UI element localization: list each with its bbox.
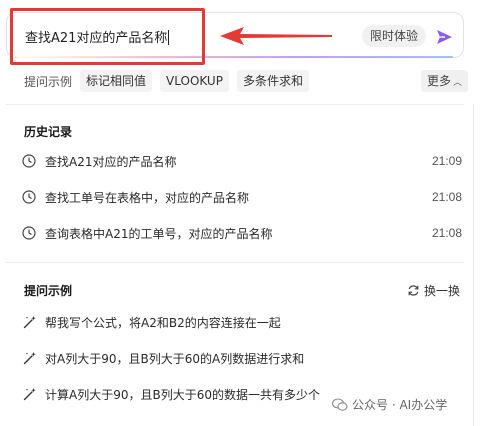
refresh-icon xyxy=(408,285,419,296)
annotation-highlight-box xyxy=(10,8,205,65)
panel-top-divider xyxy=(6,104,464,105)
send-icon[interactable] xyxy=(434,27,454,47)
more-button-label: 更多 xyxy=(427,74,452,88)
suggestion-chip-mark-duplicates[interactable]: 标记相同值 xyxy=(80,70,153,92)
wechat-icon xyxy=(332,397,348,411)
suggestion-label: 提问示例 xyxy=(24,74,73,89)
clock-icon xyxy=(22,154,36,168)
history-item-time: 21:09 xyxy=(431,154,462,168)
more-button[interactable]: 更多 ︿ xyxy=(421,70,469,92)
history-item-text: 查找工单号在表格中，对应的产品名称 xyxy=(45,190,250,205)
suggestion-chip-vlookup[interactable]: VLOOKUP xyxy=(160,70,229,92)
annotation-red-arrow-icon xyxy=(220,27,332,45)
clock-icon xyxy=(22,190,36,204)
magic-wand-icon xyxy=(23,388,36,401)
clock-icon xyxy=(22,226,36,240)
example-prompt-text: 帮我写个公式，将A2和B2的内容连接在一起 xyxy=(45,315,281,330)
history-item-text: 查找A21对应的产品名称 xyxy=(45,154,177,169)
history-item-time: 21:08 xyxy=(431,226,462,240)
panel-right-border xyxy=(473,104,474,426)
example-prompt[interactable]: 计算A列大于90，且B列大于60的数据一共有多少个 xyxy=(22,383,320,405)
example-prompt[interactable]: 帮我写个公式，将A2和B2的内容连接在一起 xyxy=(22,311,281,333)
trial-mode-chip[interactable]: 限时体验 xyxy=(362,25,427,47)
chevron-up-icon: ︿ xyxy=(453,78,463,88)
history-item-time: 21:08 xyxy=(431,190,462,204)
magic-wand-icon xyxy=(23,316,36,329)
refresh-button-label: 换一换 xyxy=(424,284,461,298)
examples-title: 提问示例 xyxy=(24,284,73,298)
history-item[interactable]: 查询表格中A21的工单号，对应的产品名称 21:08 xyxy=(22,222,462,244)
magic-wand-icon xyxy=(23,352,36,365)
history-item[interactable]: 查找A21对应的产品名称 21:09 xyxy=(22,150,462,172)
example-prompt-text: 计算A列大于90，且B列大于60的数据一共有多少个 xyxy=(45,387,320,402)
suggestion-row: 提问示例 标记相同值 VLOOKUP 多条件求和 xyxy=(24,70,317,92)
section-divider xyxy=(6,262,464,263)
watermark: 公众号 · AI办公学 xyxy=(332,396,447,413)
watermark-text: 公众号 · AI办公学 xyxy=(352,398,448,412)
history-item[interactable]: 查找工单号在表格中，对应的产品名称 21:08 xyxy=(22,186,462,208)
suggestion-chip-multi-sum[interactable]: 多条件求和 xyxy=(236,70,309,92)
history-item-text: 查询表格中A21的工单号，对应的产品名称 xyxy=(45,226,273,241)
history-title: 历史记录 xyxy=(24,125,73,139)
example-prompt-text: 对A列大于90，且B列大于60的A列数据进行求和 xyxy=(45,351,305,366)
example-prompt[interactable]: 对A列大于90，且B列大于60的A列数据进行求和 xyxy=(22,347,304,369)
refresh-button[interactable]: 换一换 xyxy=(407,282,460,299)
